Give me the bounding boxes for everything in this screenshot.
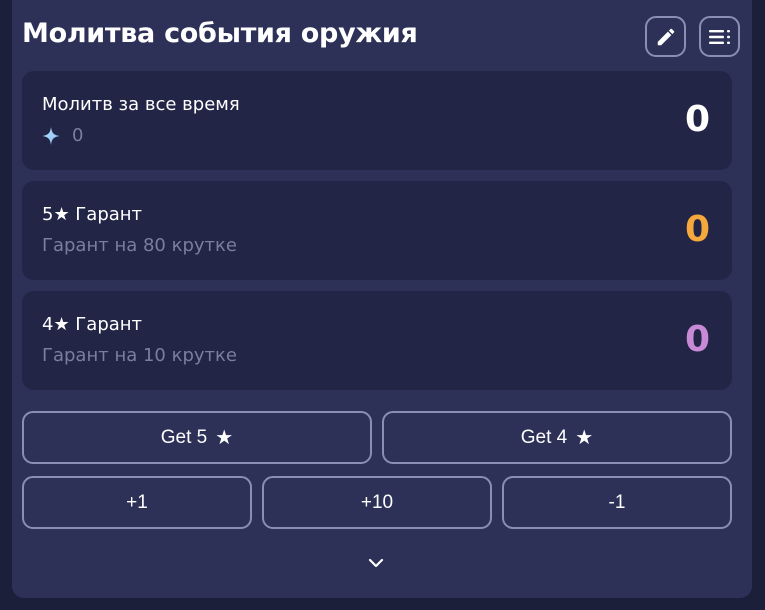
- button-label: Get 5: [160, 426, 208, 448]
- stat-value: 0: [684, 99, 710, 140]
- edit-button[interactable]: [645, 16, 686, 57]
- button-label: +1: [126, 491, 148, 513]
- stat-five-star-pity: 5★ Гарант Гарант на 80 крутке 0: [22, 181, 732, 280]
- get-4-star-button[interactable]: Get 4 ★: [382, 411, 732, 464]
- stat-sub-value: 0: [72, 125, 84, 146]
- pencil-icon: [657, 28, 674, 45]
- button-label: Get 4: [520, 426, 568, 448]
- stat-sub: 0: [42, 125, 83, 146]
- weapon-banner-card: Молитва события оружия Молитв за все вре…: [12, 0, 752, 598]
- list-icon: [708, 29, 730, 44]
- get-5-star-button[interactable]: Get 5 ★: [22, 411, 372, 464]
- plus-1-button[interactable]: +1: [22, 476, 252, 529]
- stat-sub: Гарант на 10 крутке: [42, 345, 237, 366]
- stat-label: 5★ Гарант: [42, 204, 143, 225]
- stat-value: 0: [684, 209, 710, 250]
- star-icon: ★: [215, 427, 234, 449]
- expand-toggle[interactable]: [364, 553, 388, 573]
- history-list-button[interactable]: [699, 16, 740, 57]
- star-icon: ★: [575, 427, 594, 449]
- sparkle-icon: [42, 126, 60, 145]
- card-title: Молитва события оружия: [22, 18, 418, 49]
- stat-label: Молитв за все время: [42, 94, 240, 115]
- button-label: -1: [608, 491, 626, 513]
- minus-1-button[interactable]: -1: [502, 476, 732, 529]
- stat-four-star-pity: 4★ Гарант Гарант на 10 крутке 0: [22, 291, 732, 390]
- plus-10-button[interactable]: +10: [262, 476, 492, 529]
- stat-label: 4★ Гарант: [42, 314, 143, 335]
- stat-sub: Гарант на 80 крутке: [42, 235, 237, 256]
- chevron-down-icon: [368, 558, 384, 568]
- stat-total-wishes: Молитв за все время 0 0: [22, 71, 732, 170]
- button-label: +10: [360, 491, 394, 513]
- card-header: Молитва события оружия: [22, 16, 742, 60]
- stat-value: 0: [684, 319, 710, 360]
